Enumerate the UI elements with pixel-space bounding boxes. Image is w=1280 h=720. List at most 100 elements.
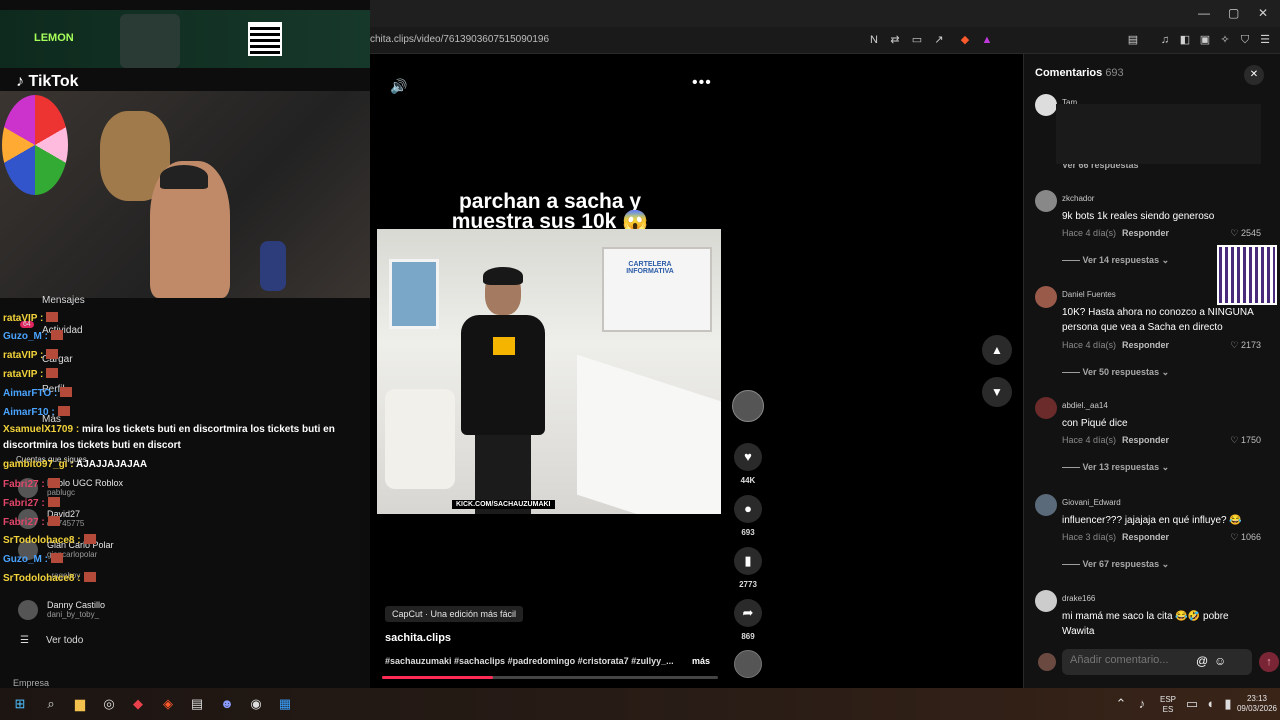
kick-watermark: KICK.COM/SACHAUZUMAKI [452,500,555,509]
avatar[interactable] [1035,190,1057,212]
network-icon[interactable]: ▭ [1184,696,1200,712]
chat-nick: rataVIP : [3,313,44,324]
maximize-button[interactable]: ▢ [1228,6,1239,20]
music-avatar[interactable] [734,650,762,678]
brave-rewards-icon[interactable]: ▲ [980,33,994,47]
discord-icon[interactable]: ☻ [219,696,235,712]
emoji-icon[interactable]: ☺ [1214,654,1226,668]
tiktok-logo-text: TikTok [28,73,79,90]
avatar[interactable] [1035,397,1057,419]
close-comments-icon[interactable]: ✕ [1244,65,1264,85]
comment-icon[interactable]: ● [734,495,762,523]
avatar[interactable] [1035,590,1057,612]
share-count: 869 [741,632,755,641]
comment-like-count[interactable]: ♡ 2173 [1225,340,1261,351]
ver-todo-link[interactable]: Ver todo [46,635,83,646]
share-icon[interactable]: ↗ [932,33,946,47]
url-text[interactable]: chita.clips/video/7613903607515090196 [370,34,549,45]
next-video-chevron-down-icon[interactable]: ▼ [982,377,1012,407]
brave-browser-icon[interactable]: ◈ [160,696,176,712]
comment-user[interactable]: Giovani_Edward [1062,498,1121,507]
minimize-button[interactable]: — [1198,6,1210,20]
comment-like-count[interactable]: ♡ 1750 [1225,435,1261,446]
reply-button[interactable]: Responder [1122,532,1169,542]
battery-icon[interactable]: ▮ [1220,696,1236,712]
video-author[interactable]: sachita.clips [385,632,451,644]
mention-icon[interactable]: @ [1196,654,1208,668]
bookmark-icon[interactable]: ▮ [734,547,762,575]
leo-ai-icon[interactable]: ✧ [1218,33,1232,47]
clock[interactable]: 23:13 09/03/2026 [1235,694,1279,714]
save-count: 2773 [739,580,757,589]
view-replies[interactable]: —— Ver 67 respuestas ⌄ [1062,559,1169,570]
vpn-icon[interactable]: ⛉ [1238,33,1252,47]
menu-mensajes[interactable]: Mensajes [42,295,85,306]
avatar[interactable] [1035,494,1057,516]
like-heart-icon[interactable]: ♥ [734,443,762,471]
comment-input-box[interactable]: @ ☺ [1062,649,1252,675]
comment-user[interactable]: abdiel._aa14 [1062,401,1108,410]
view-replies[interactable]: —— Ver 14 respuestas ⌄ [1062,255,1169,266]
chat-nick: SrTodolohace8 : [3,573,81,584]
chat-nick: AimarF10 : [3,407,55,418]
search-icon[interactable]: ⌕ [43,696,59,712]
webcam-feed [0,91,370,298]
brave-shield-icon[interactable]: ◆ [958,33,972,47]
comments-count: 693 [1105,67,1124,79]
app-icon-circle[interactable]: ◉ [248,696,264,712]
comment-like-count[interactable]: ♡ 1066 [1225,532,1261,543]
video-player[interactable]: 🔊 ••• parchan a sacha y muestra sus 10k … [370,54,1023,688]
volume-icon[interactable]: ◖ [1202,696,1218,712]
prize-wheel [2,95,68,195]
reply-button[interactable]: Responder [1122,435,1169,445]
wallet-icon[interactable]: ▣ [1198,33,1212,47]
language-indicator[interactable]: ESP ES [1156,695,1180,715]
view-replies[interactable]: —— Ver 50 respuestas ⌄ [1062,367,1169,378]
media-player-icon[interactable]: ▤ [189,696,205,712]
chevron-up-icon[interactable]: ⌃ [1113,696,1129,712]
reply-button[interactable]: Responder [1122,228,1169,238]
obs-icon[interactable]: ◎ [101,696,117,712]
comment-user[interactable]: zkchador [1062,194,1094,203]
calculator-icon[interactable]: ▦ [277,696,293,712]
clock-time: 23:13 [1246,694,1268,703]
language-top: ESP [1159,695,1176,704]
more-description-link[interactable]: más [692,656,710,666]
video-progress-bar[interactable] [382,676,718,679]
empresa-label[interactable]: Empresa [13,678,49,688]
no-translate-icon[interactable]: N [867,33,881,47]
video-hashtags[interactable]: #sachauzumaki #sachaclips #padredomingo … [385,656,695,666]
comment-user[interactable]: drake166 [1062,594,1095,603]
view-replies[interactable]: —— Ver 13 respuestas ⌄ [1062,462,1169,473]
sidebar-icon[interactable]: ◧ [1178,33,1192,47]
capcut-label[interactable]: CapCut · Una edición más fácil [385,606,524,622]
app-icon-red[interactable]: ◆ [130,696,146,712]
avatar[interactable] [1035,286,1057,308]
emote-icon [46,368,59,378]
cast-icon[interactable]: ▭ [910,33,924,47]
windows-start-icon[interactable]: ⊞ [12,696,28,712]
volume-icon[interactable]: 🔊 [390,78,407,95]
media-icon[interactable]: ♫ [1158,33,1172,47]
send-comment-icon[interactable]: ↑ [1259,652,1279,672]
more-options-icon[interactable]: ••• [692,74,712,92]
address-bar[interactable]: chita.clips/video/7613903607515090196 N … [370,27,1280,54]
comment-like-count[interactable]: ♡ 2545 [1225,228,1261,239]
chat-nick: Fabri27 : [3,498,45,509]
reply-button[interactable]: Responder [1122,340,1169,350]
close-window-button[interactable]: ✕ [1258,6,1268,20]
reader-mode-icon[interactable]: ▤ [1126,33,1140,47]
menu-icon[interactable]: ☰ [1258,33,1272,47]
translate-icon[interactable]: ⇄ [888,33,902,47]
microphone-icon[interactable]: ♪ [1134,696,1150,712]
like-value: 2173 [1240,340,1261,350]
comment-input[interactable] [1070,654,1190,666]
previous-video-chevron-up-icon[interactable]: ▲ [982,335,1012,365]
share-arrow-icon[interactable]: ➦ [734,599,762,627]
file-explorer-icon[interactable]: ▆ [72,696,88,712]
creator-avatar[interactable] [732,390,764,422]
avatar[interactable] [1035,94,1057,116]
comment-user[interactable]: Daniel Fuentes [1062,290,1116,299]
windows-taskbar: ⊞ ⌕ ▆ ◎ ◆ ◈ ▤ ☻ ◉ ▦ ⌃ ♪ ESP ES ▭ ◖ ▮ 23:1… [0,688,1280,720]
emote-icon [47,516,60,526]
